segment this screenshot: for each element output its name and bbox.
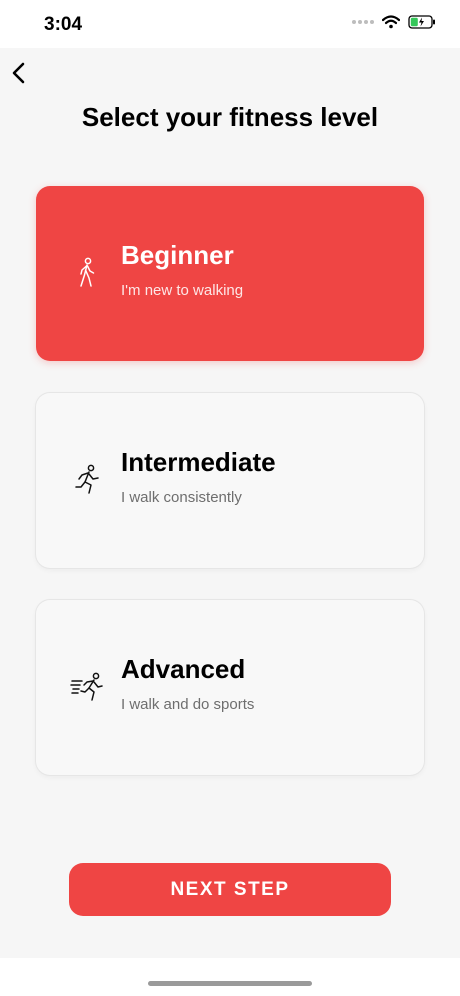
chevron-left-icon <box>12 62 25 84</box>
back-button[interactable] <box>8 58 32 90</box>
level-subtitle: I walk and do sports <box>121 696 255 713</box>
level-title: Advanced <box>121 654 246 684</box>
signal-dots-icon <box>352 20 374 24</box>
battery-charging-icon <box>408 15 435 29</box>
status-bar: 3:04 <box>0 0 460 48</box>
page-title: Select your fitness level <box>81 102 379 132</box>
level-subtitle: I walk consistently <box>121 489 242 506</box>
level-card-advanced[interactable]: Advanced I walk and do sports <box>36 600 424 775</box>
walking-person-icon <box>80 257 95 287</box>
next-step-button[interactable]: NEXT STEP <box>69 863 391 916</box>
level-card-beginner[interactable]: Beginner I'm new to walking <box>36 186 424 361</box>
home-area <box>0 958 460 996</box>
home-indicator[interactable] <box>148 981 312 986</box>
status-icons <box>352 15 436 29</box>
level-subtitle: I'm new to walking <box>121 282 244 299</box>
running-person-icon <box>75 464 99 494</box>
level-title: Beginner <box>121 240 234 270</box>
status-time: 3:04 <box>44 14 83 35</box>
wifi-icon <box>382 15 400 29</box>
sprinting-person-icon <box>70 672 103 701</box>
level-card-intermediate[interactable]: Intermediate I walk consistently <box>36 393 424 568</box>
level-title: Intermediate <box>121 447 276 477</box>
